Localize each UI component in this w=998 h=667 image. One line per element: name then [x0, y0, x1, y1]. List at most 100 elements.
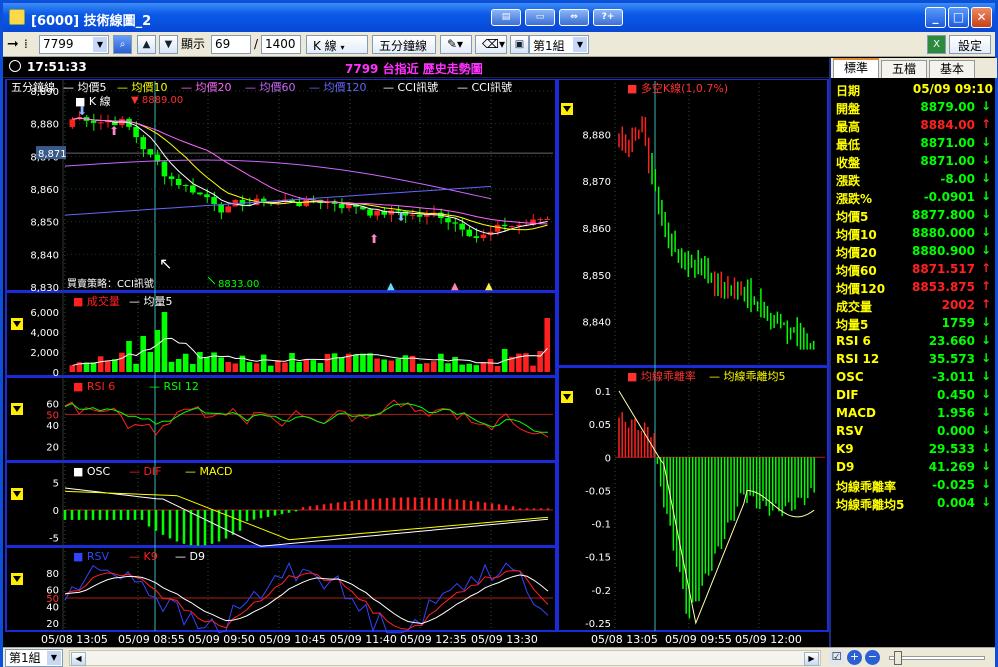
volume-bar	[119, 352, 125, 372]
up-arrow-icon: ↑	[980, 279, 991, 293]
window-icon[interactable]: ▭	[525, 9, 555, 26]
low-pointer	[207, 276, 216, 285]
pencil-icon[interactable]: ✎▾	[440, 35, 472, 54]
strategy-label: 買賣策略：CCI訊號	[67, 277, 154, 290]
candle-body	[374, 210, 380, 216]
high-price-label: ▼ 8889.00	[131, 95, 183, 106]
grid-icon[interactable]: ⁞	[24, 35, 36, 54]
main-legend-item: — 均價5	[63, 80, 107, 94]
quote-label: 均價60	[836, 264, 877, 278]
volume-bar	[296, 361, 302, 372]
quote-row: RSI 12 35.573 ↓	[831, 350, 997, 368]
candle-body	[480, 234, 487, 239]
quote-label: 日期	[836, 84, 861, 98]
quote-value: 2002	[941, 298, 975, 312]
y-tick-label: 8,830	[30, 283, 59, 294]
quote-row: 最低 8871.00 ↓	[831, 134, 997, 152]
arrow-right-icon[interactable]: ➞	[7, 35, 23, 54]
y-tick-label: -0.1	[591, 520, 611, 531]
range-total-input[interactable]: 1400	[261, 35, 301, 54]
minimize-button[interactable]: _	[925, 7, 946, 28]
slider-thumb[interactable]	[894, 651, 902, 665]
quote-value: -0.0901	[923, 190, 975, 204]
checkbox-icon[interactable]: ☑	[829, 650, 844, 665]
settings-button[interactable]: 設定	[949, 35, 991, 54]
horizontal-scrollbar[interactable]: ◀ ▶	[69, 650, 821, 666]
maximize-button[interactable]: □	[948, 7, 969, 28]
down-arrow-icon: ↓	[980, 351, 991, 365]
quote-row: 漲跌 -8.00 ↓	[831, 170, 997, 188]
layout-icon[interactable]: ▤	[491, 9, 521, 26]
main-legend-item: — CCI訊號	[457, 80, 512, 94]
tab-five-levels[interactable]: 五檔	[881, 60, 927, 78]
zoom-out-icon[interactable]: −	[865, 650, 880, 665]
candle-body	[473, 236, 480, 239]
period-menu[interactable]: 五分鐘線▾	[372, 35, 436, 67]
y-tick-label: 0	[53, 368, 59, 379]
quote-value: 0.000	[937, 424, 975, 438]
quote-label: DIF	[836, 388, 859, 402]
close-button[interactable]: ✕	[971, 7, 992, 28]
down-arrow-icon[interactable]: ▼	[159, 35, 178, 54]
x-tick-label: 05/09 08:55	[118, 633, 185, 646]
quote-value: 1.956	[937, 406, 975, 420]
quote-row: 均線乖離均5 0.004 ↓	[831, 494, 997, 512]
right-top-legend: ■ 多空K線(1,0.7%)	[627, 81, 728, 95]
eraser-icon[interactable]: ⌫▾	[475, 35, 507, 54]
quote-row: 均量5 1759 ↓	[831, 314, 997, 332]
zoom-slider[interactable]	[889, 651, 985, 665]
volume-bar	[388, 360, 395, 372]
clock-icon	[9, 60, 21, 72]
quote-row: 均線乖離率 -0.025 ↓	[831, 476, 997, 494]
zoom-in-icon[interactable]: +	[847, 650, 862, 665]
panel-legend-item: — D9	[175, 550, 205, 563]
candle-body	[175, 178, 182, 186]
volume-bar	[175, 359, 182, 372]
bottom-group-select[interactable]: 第1組 ▼	[5, 649, 63, 667]
help-icon[interactable]: ?+	[593, 9, 623, 26]
scroll-left-icon[interactable]: ◀	[71, 652, 86, 666]
candle-body	[367, 209, 373, 216]
tab-basic[interactable]: 基本	[929, 60, 975, 78]
up-arrow-icon[interactable]: ▲	[137, 35, 156, 54]
kline-menu[interactable]: K 線 ▾	[306, 35, 368, 54]
y-tick-label: -0.2	[591, 586, 611, 597]
candle-body	[168, 176, 175, 179]
tab-standard[interactable]: 標準	[833, 58, 879, 78]
candle-body	[133, 126, 139, 138]
quote-label: 均量5	[836, 318, 869, 332]
title-bar[interactable]: [6000] 技術線圖_2 ▤ ▭ ⇔ ?+ _ □ ✕	[3, 3, 995, 32]
chart-area[interactable]: 五分鐘線 — 均價5— 均價10— 均價20— 均價60— 均價120— CCI訊…	[3, 78, 829, 647]
y-tick-label: 40	[46, 421, 59, 432]
excel-icon[interactable]: X	[927, 35, 946, 54]
candle-body	[90, 120, 97, 123]
quote-label: 均價20	[836, 246, 877, 260]
quote-value: 23.660	[928, 334, 975, 348]
clock-time: 17:51:33	[27, 60, 87, 74]
range-start-input[interactable]: 69	[211, 35, 251, 54]
y-tick-label: 8,850	[582, 271, 611, 282]
search-icon[interactable]: ⌕	[113, 35, 132, 54]
candle-body	[409, 214, 416, 216]
quote-label: 漲跌%	[836, 192, 873, 206]
low-price-label: 8833.00	[218, 279, 259, 290]
symbol-select[interactable]: 7799 ▼	[39, 35, 109, 54]
volume-bar	[360, 353, 366, 372]
volume-bar	[69, 365, 76, 372]
quote-value: 8880.900	[911, 244, 975, 258]
down-arrow-icon: ↓	[980, 315, 991, 329]
group-select[interactable]: 第1組 ▼	[529, 35, 589, 54]
signal-arrow-icon: ⬆	[109, 124, 119, 138]
quote-label: RSI 12	[836, 352, 880, 366]
volume-bar	[466, 363, 473, 372]
chart-canvas[interactable]: 五分鐘線 — 均價5— 均價10— 均價20— 均價60— 均價120— CCI訊…	[3, 78, 829, 647]
scroll-right-icon[interactable]: ▶	[804, 652, 819, 666]
fit-icon[interactable]: ⇔	[559, 9, 589, 26]
save-icon[interactable]: ▣	[510, 35, 529, 54]
down-arrow-icon: ↓	[980, 441, 991, 455]
quote-value: 1759	[941, 316, 975, 330]
volume-bar	[267, 365, 274, 372]
quote-list: 日期 05/09 09:10 開盤 8879.00 ↓ 最高 8884.00 ↑ 最低 8871.…	[831, 80, 997, 512]
candle-body	[197, 192, 203, 195]
quote-row: 最高 8884.00 ↑	[831, 116, 997, 134]
